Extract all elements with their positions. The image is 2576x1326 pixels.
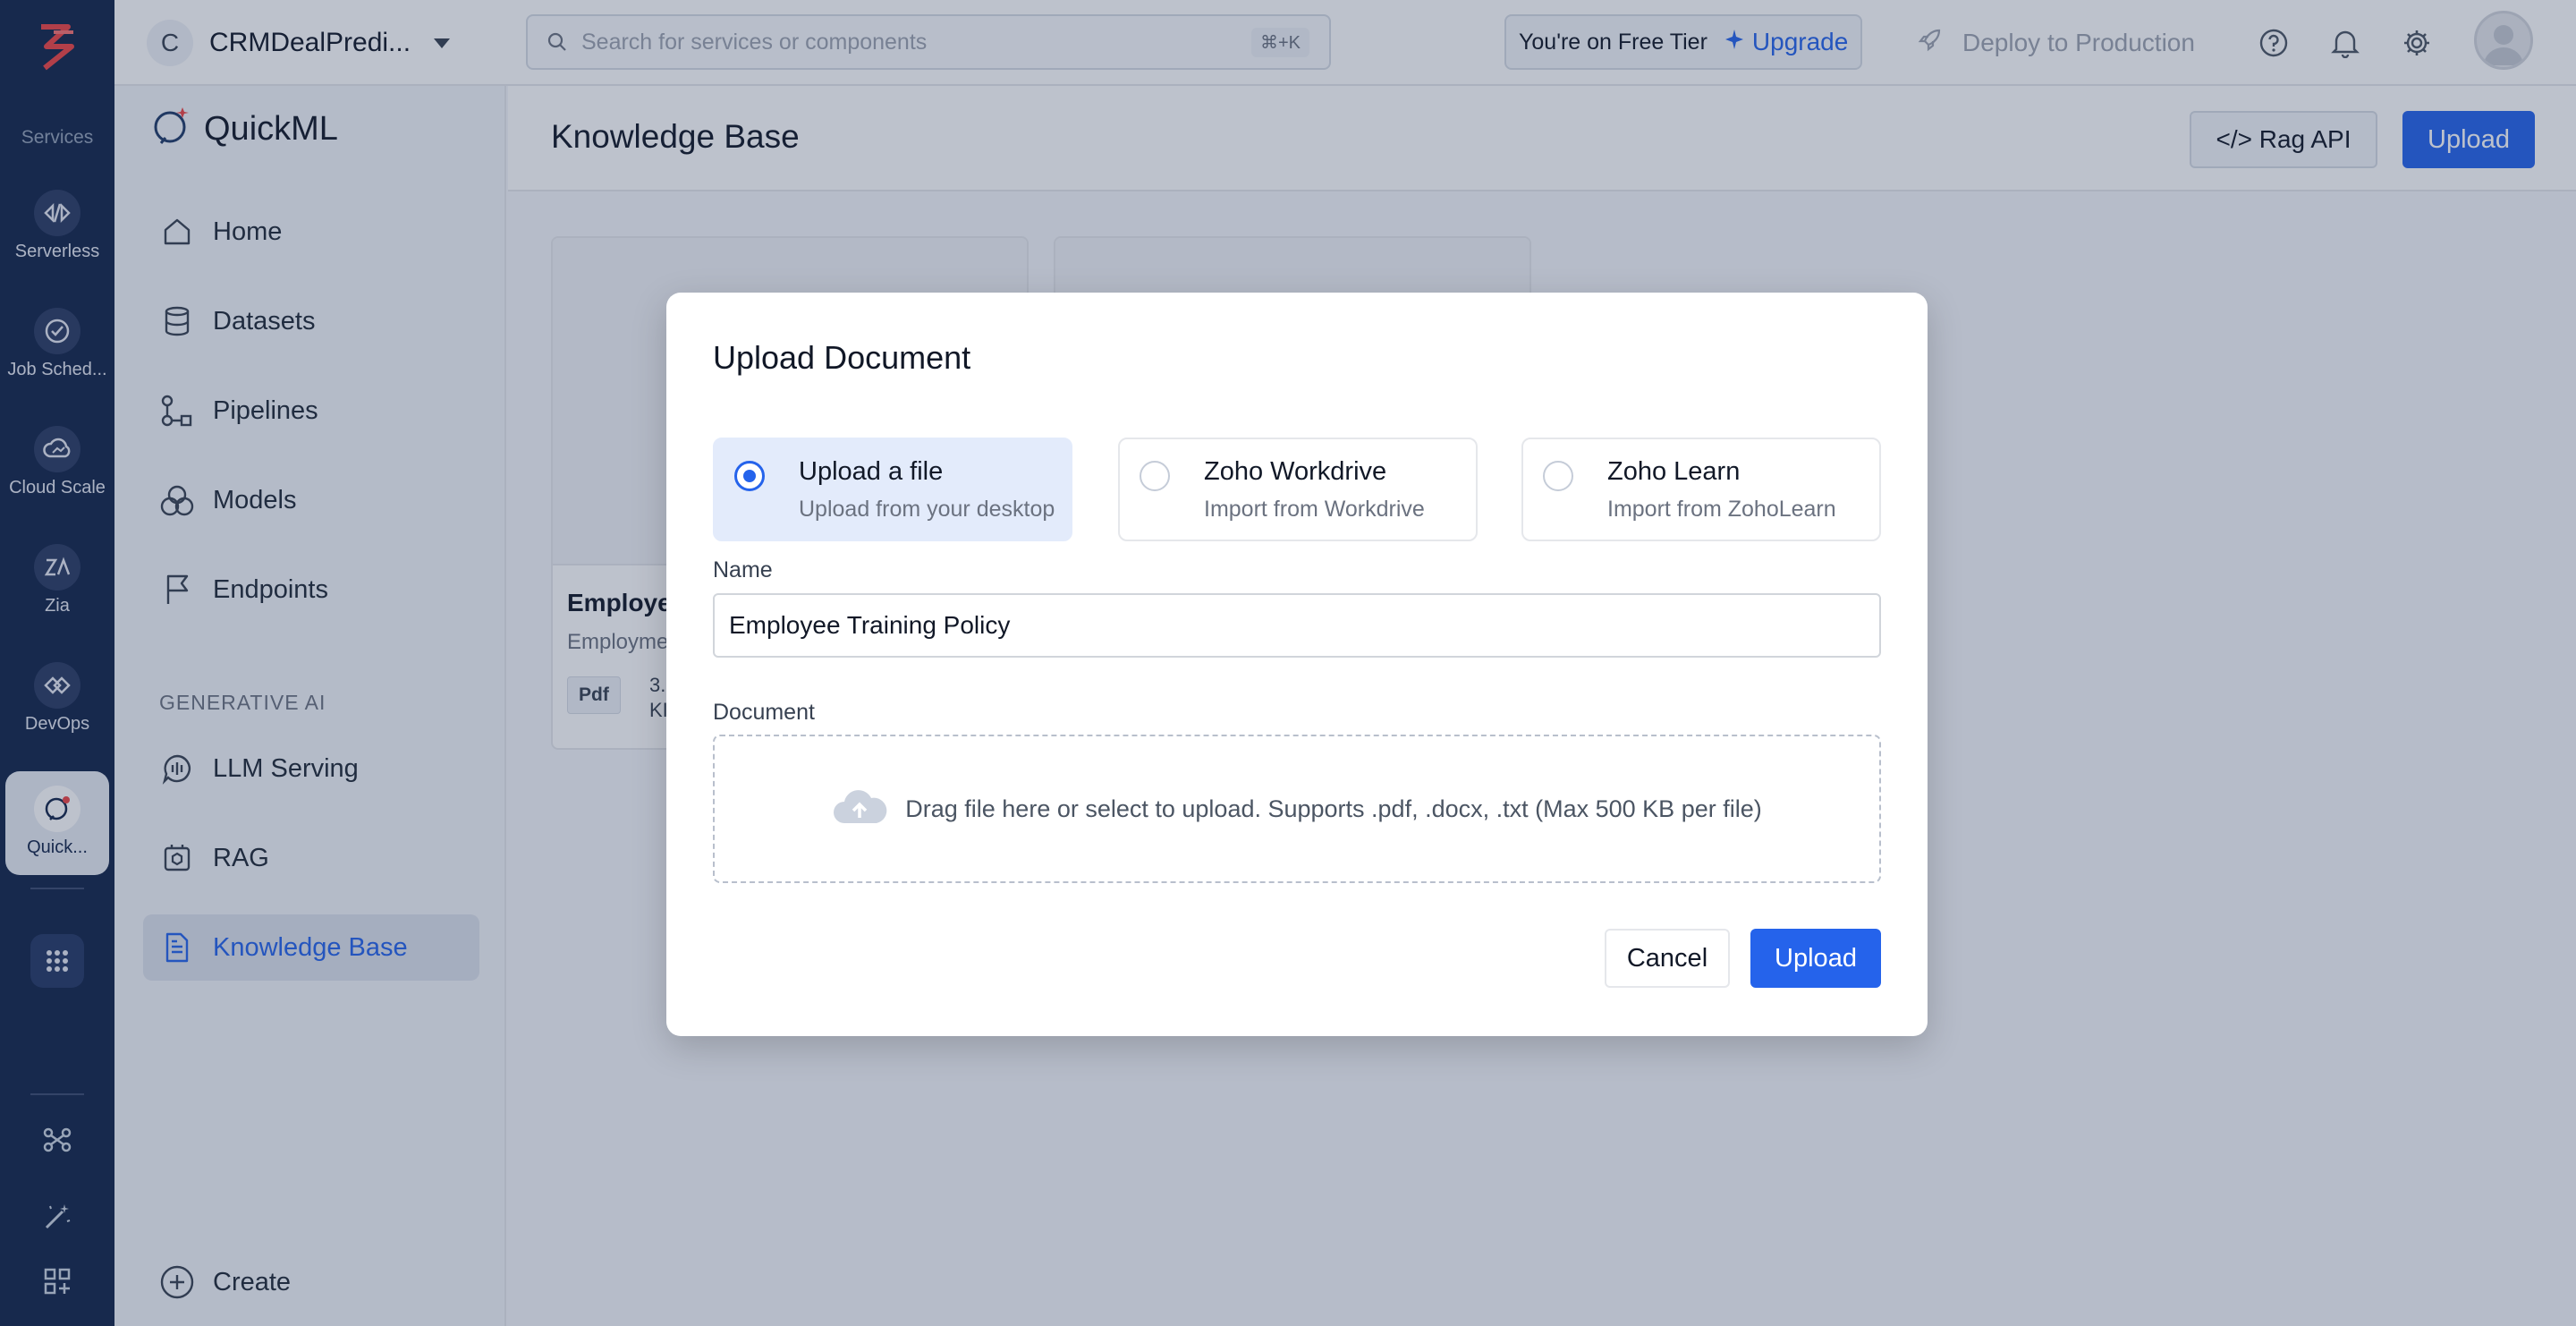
option-subtitle: Import from ZohoLearn [1607, 497, 1836, 522]
radio-button[interactable] [734, 461, 765, 491]
source-option-upload-file[interactable]: Upload a file Upload from your desktop [713, 438, 1072, 541]
option-subtitle: Upload from your desktop [799, 497, 1055, 522]
name-label: Name [713, 557, 773, 582]
name-field[interactable]: Employee Training Policy [713, 593, 1881, 658]
option-title: Zoho Workdrive [1204, 457, 1387, 486]
option-title: Zoho Learn [1607, 457, 1741, 486]
source-option-zoho-workdrive[interactable]: Zoho Workdrive Import from Workdrive [1118, 438, 1478, 541]
option-subtitle: Import from Workdrive [1204, 497, 1425, 522]
cancel-button[interactable]: Cancel [1605, 929, 1730, 988]
upload-document-dialog: Upload Document Upload a file Upload fro… [666, 293, 1928, 1036]
dropzone-text: Drag file here or select to upload. Supp… [905, 795, 1762, 822]
option-title: Upload a file [799, 457, 944, 486]
dialog-title: Upload Document [713, 339, 971, 376]
document-label: Document [713, 700, 815, 725]
radio-button[interactable] [1543, 461, 1573, 491]
radio-button[interactable] [1140, 461, 1170, 491]
dialog-upload-button[interactable]: Upload [1750, 929, 1881, 988]
source-option-zoho-learn[interactable]: Zoho Learn Import from ZohoLearn [1521, 438, 1881, 541]
cloud-upload-icon [832, 789, 887, 829]
file-dropzone[interactable]: Drag file here or select to upload. Supp… [713, 735, 1881, 883]
